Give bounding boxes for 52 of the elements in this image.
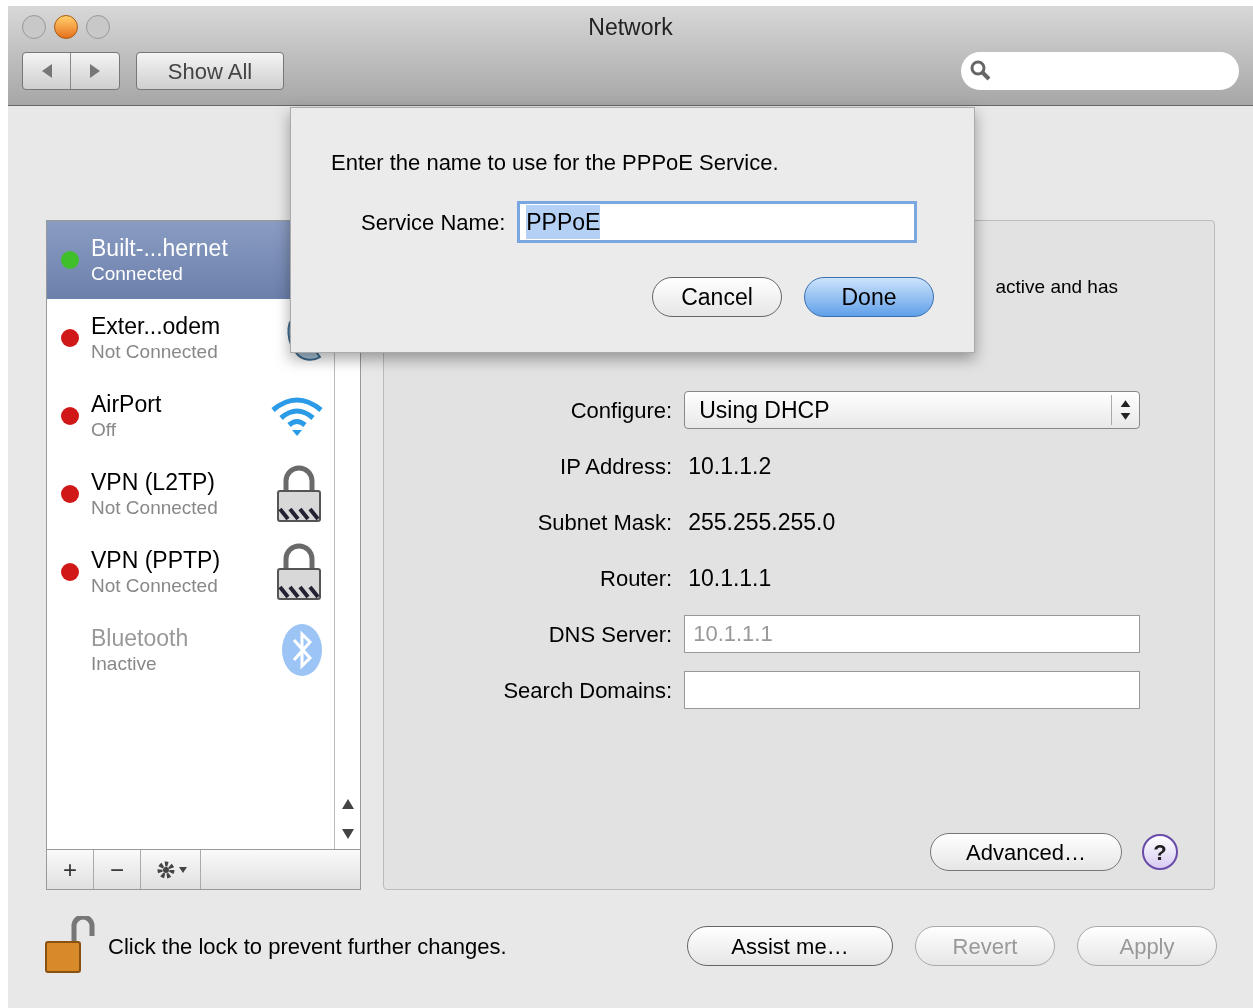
service-name: VPN (L2TP) — [91, 468, 216, 496]
service-name: Bluetooth — [91, 624, 190, 652]
scroll-up-icon[interactable] — [341, 799, 354, 809]
status-description: active and has — [995, 274, 1118, 299]
service-status: Not Connected — [91, 496, 219, 520]
right-triangle-icon — [88, 63, 102, 79]
caret-icon — [178, 866, 187, 873]
field-label: Subnet Mask: — [536, 508, 673, 537]
field-label: IP Address: — [559, 452, 673, 481]
service-item[interactable]: VPN (PPTP) Not Connected — [47, 533, 335, 611]
service-name: Built-...hernet — [91, 234, 229, 262]
service-status: Connected — [91, 262, 184, 286]
search-icon — [969, 59, 993, 83]
field-label: Configure: — [569, 396, 673, 425]
input-field[interactable] — [684, 671, 1141, 709]
configure-dropdown[interactable]: Using DHCP — [684, 391, 1141, 429]
search-field[interactable] — [961, 52, 1239, 90]
remove-button[interactable]: − — [94, 850, 141, 889]
advanced-button[interactable]: Advanced… — [930, 833, 1122, 871]
service-name: AirPort — [91, 390, 163, 418]
field-label: DNS Server: — [547, 620, 673, 649]
service-item[interactable]: VPN (L2TP) Not Connected — [47, 455, 335, 533]
service-status: Not Connected — [91, 574, 219, 598]
service-status: Off — [91, 418, 117, 442]
field-value: 10.1.1.2 — [687, 452, 772, 479]
wifi-icon — [270, 394, 325, 438]
service-item[interactable]: AirPort Off — [47, 377, 335, 455]
field-value: 10.1.1.1 — [687, 564, 772, 591]
window-title: Network — [588, 12, 673, 42]
service-status: Not Connected — [91, 340, 219, 364]
footer-button[interactable]: Assist me… — [687, 926, 893, 966]
field-label: Search Domains: — [502, 676, 673, 705]
show-all-button[interactable]: Show All — [136, 52, 284, 90]
input-field[interactable]: 10.1.1.1 — [684, 615, 1141, 653]
service-name: VPN (PPTP) — [91, 546, 222, 574]
help-button[interactable]: ? — [1142, 834, 1178, 870]
scroll-down-icon[interactable] — [341, 829, 354, 839]
field-label: Router: — [599, 564, 673, 593]
open-padlock-icon — [44, 916, 96, 976]
field-value: 255.255.255.0 — [687, 508, 836, 535]
add-button[interactable]: + — [47, 850, 94, 889]
sheet-prompt: Enter the name to use for the PPPoE Service. — [331, 149, 780, 177]
window-minimize-control[interactable] — [54, 15, 78, 39]
lock-message: Click the lock to prevent further changes. — [108, 932, 507, 961]
service-status: Inactive — [91, 652, 158, 676]
sheet-button[interactable]: Done — [804, 277, 934, 317]
sheet-button[interactable]: Cancel — [652, 277, 782, 317]
service-name-field[interactable]: PPPoE — [517, 201, 918, 243]
service-item[interactable]: Bluetooth Inactive — [47, 611, 335, 689]
service-name: Exter...odem — [91, 312, 222, 340]
bluetooth-icon — [280, 622, 325, 678]
service-name-label: Service Name: — [361, 208, 506, 237]
